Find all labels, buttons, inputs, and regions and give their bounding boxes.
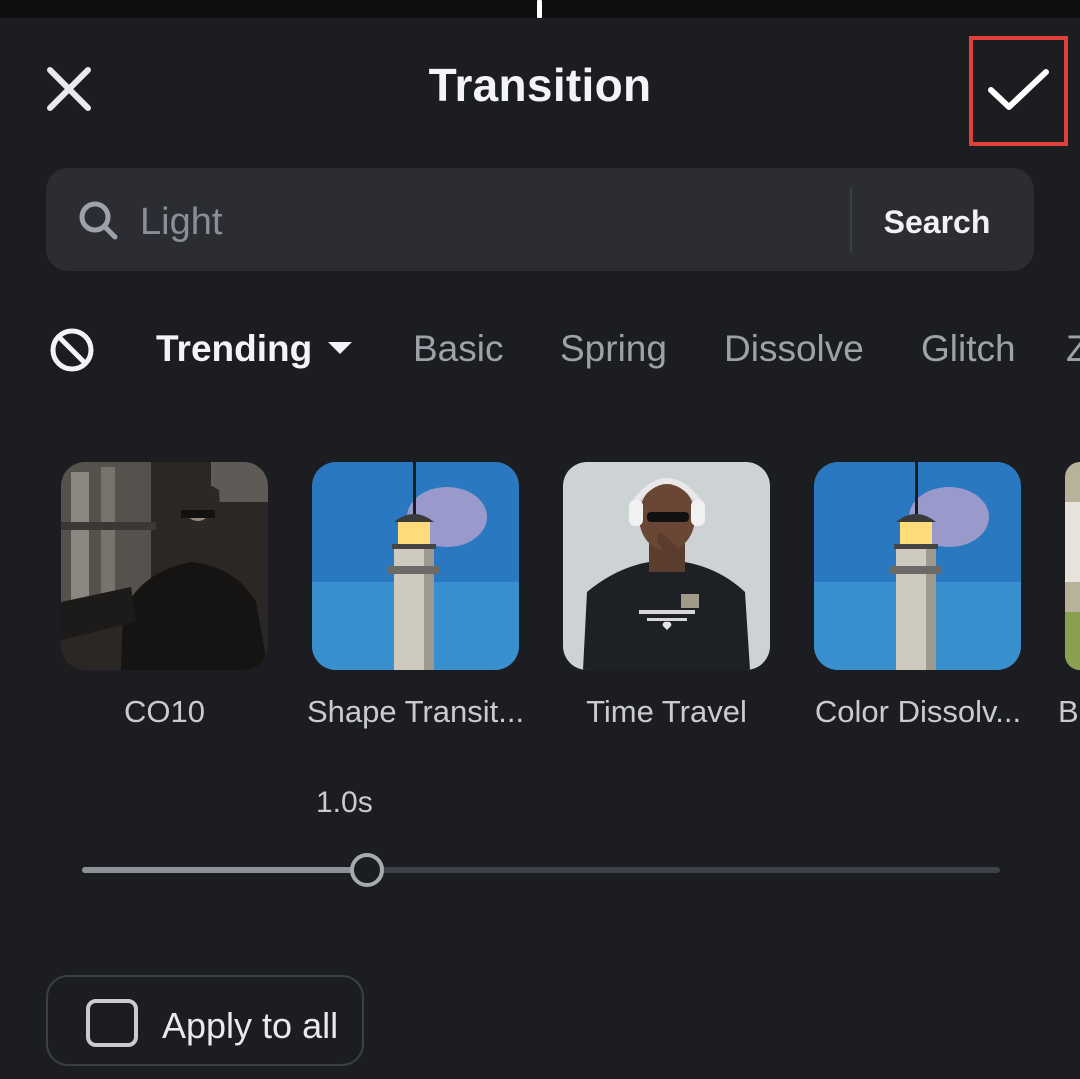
woman-portrait-photo [61, 462, 268, 670]
close-button[interactable] [42, 62, 96, 116]
transition-item-time-travel[interactable] [563, 462, 770, 670]
playhead-marker[interactable] [537, 0, 542, 18]
partial-photo [1065, 462, 1080, 670]
tab-partial[interactable]: Z [1066, 328, 1080, 370]
tab-trending[interactable]: Trending [156, 328, 353, 370]
tab-glitch[interactable]: Glitch [921, 328, 1016, 370]
no-transition-icon[interactable] [48, 326, 96, 374]
duration-value: 1.0s [316, 786, 373, 819]
man-headphones-photo [563, 462, 770, 670]
transition-item-shape[interactable] [312, 462, 519, 670]
transition-item-partial[interactable] [1065, 462, 1080, 670]
page-title: Transition [428, 59, 652, 111]
checkmark-icon [988, 69, 1049, 110]
tab-label: Trending [156, 328, 313, 369]
transition-label-color-dissolve: Color Dissolv... [814, 694, 1022, 729]
apply-to-all-checkbox[interactable] [86, 999, 138, 1047]
transition-item-color-dissolve[interactable] [814, 462, 1021, 670]
search-icon [79, 201, 118, 240]
transition-item-co10[interactable] [61, 462, 268, 670]
transition-label-shape: Shape Transit... [306, 694, 525, 729]
tab-basic[interactable]: Basic [413, 328, 503, 370]
transition-label-co10: CO10 [124, 694, 205, 729]
tab-dissolve[interactable]: Dissolve [724, 328, 864, 370]
transition-label-time-travel: Time Travel [586, 694, 747, 729]
close-icon [47, 67, 91, 111]
lighthouse-photo [312, 462, 519, 670]
lighthouse-photo [814, 462, 1021, 670]
search-button[interactable]: Search [852, 190, 1022, 254]
transition-label-partial: B [1058, 694, 1079, 729]
caret-down-icon [328, 342, 353, 355]
confirm-button[interactable] [969, 36, 1068, 146]
duration-slider-handle[interactable] [349, 853, 384, 887]
tab-spring[interactable]: Spring [560, 328, 667, 370]
search-input[interactable] [140, 190, 830, 254]
duration-slider-fill [82, 867, 367, 873]
apply-to-all-label: Apply to all [162, 1005, 339, 1046]
